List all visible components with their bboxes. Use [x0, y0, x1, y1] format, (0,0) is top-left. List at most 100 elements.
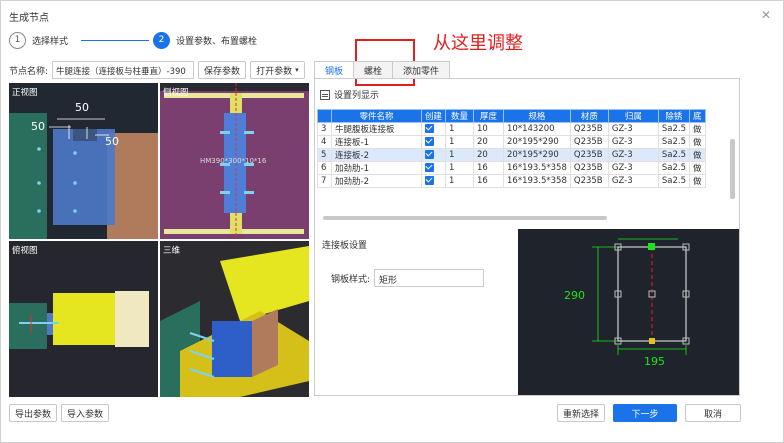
front-view[interactable]: 正视图 50 50 50 [9, 83, 158, 239]
3d-view-drawing [160, 246, 309, 397]
tab-add-part[interactable]: 添加零件 [392, 61, 451, 79]
row-base[interactable]: 做 [689, 122, 706, 136]
row-material[interactable]: Q235B [569, 122, 609, 136]
row-group[interactable]: GZ-3 [607, 122, 659, 136]
plate-config: 连接板设置 钢板样式: 矩形 [315, 229, 515, 395]
next-step-button[interactable]: 下一步 [613, 404, 677, 422]
node-name-input[interactable]: 牛腿连接（连接板与柱垂直）-390 [52, 61, 195, 79]
row-spec[interactable]: 16*193.5*358 [503, 174, 571, 188]
header-spec[interactable]: 规格 [503, 109, 571, 123]
row-base[interactable]: 做 [689, 148, 706, 162]
row-base[interactable]: 做 [689, 135, 706, 149]
3d-view[interactable]: 三维 [160, 241, 309, 397]
header-thickness[interactable]: 厚度 [473, 109, 504, 123]
row-thickness[interactable]: 20 [473, 135, 504, 149]
row-material[interactable]: Q235B [569, 161, 609, 175]
export-params-button[interactable]: 导出参数 [9, 404, 58, 422]
row-thickness[interactable]: 10 [473, 122, 504, 136]
row-group[interactable]: GZ-3 [607, 135, 659, 149]
plate-style-row: 钢板样式: 矩形 [331, 269, 485, 287]
row-spec[interactable]: 20*195*290 [503, 148, 571, 162]
front-dim-top: 50 [75, 101, 89, 114]
table-row[interactable]: 4 连接板-1 1 20 20*195*290 Q235B GZ-3 Sa2.5… [317, 135, 706, 149]
table-header-row: 零件名称 创建 数量 厚度 规格 材质 归属 除锈 底 [317, 109, 706, 123]
row-create[interactable] [421, 161, 446, 175]
plate-preview-drawing [592, 238, 690, 355]
row-name[interactable]: 牛腿腹板连接板 [331, 122, 422, 136]
header-name[interactable]: 零件名称 [331, 109, 422, 123]
open-params-button[interactable]: 打开参数 ▾ [250, 61, 305, 79]
row-group[interactable]: GZ-3 [607, 174, 659, 188]
table-row-selected[interactable]: 5 连接板-2 1 20 20*195*290 Q235B GZ-3 Sa2.5… [317, 148, 706, 162]
table-row[interactable]: 6 加劲肋-1 1 16 16*193.5*358 Q235B GZ-3 Sa2… [317, 161, 706, 175]
row-qty[interactable]: 1 [445, 122, 474, 136]
row-base[interactable]: 做 [689, 161, 706, 175]
row-spec[interactable]: 10*143200 [503, 122, 571, 136]
row-index: 3 [317, 122, 332, 136]
checkbox-icon[interactable] [425, 163, 434, 172]
plate-style-label: 钢板样式: [331, 274, 371, 285]
header-rust[interactable]: 除锈 [657, 109, 691, 123]
row-rust[interactable]: Sa2.5 [657, 135, 691, 149]
save-params-button[interactable]: 保存参数 [198, 61, 247, 79]
header-material[interactable]: 材质 [569, 109, 609, 123]
row-group[interactable]: GZ-3 [607, 161, 659, 175]
row-create[interactable] [421, 148, 446, 162]
row-thickness[interactable]: 16 [473, 161, 504, 175]
row-spec[interactable]: 20*195*290 [503, 135, 571, 149]
row-name[interactable]: 连接板-2 [331, 148, 422, 162]
step-2-label: 设置参数、布置螺栓 [176, 36, 258, 47]
row-create[interactable] [421, 174, 446, 188]
checkbox-icon[interactable] [425, 150, 434, 159]
header-create[interactable]: 创建 [421, 109, 446, 123]
row-thickness[interactable]: 16 [473, 174, 504, 188]
header-base[interactable]: 底 [689, 109, 706, 123]
checkbox-icon[interactable] [425, 176, 434, 185]
tab-plate[interactable]: 钢板 [314, 61, 355, 79]
plate-panel: 设置列显示 零件名称 创建 数量 厚度 规格 材质 归属 除锈 底 3 牛腿腹板… [314, 78, 740, 396]
row-name[interactable]: 加劲肋-2 [331, 174, 422, 188]
row-material[interactable]: Q235B [569, 148, 609, 162]
import-params-button[interactable]: 导入参数 [61, 404, 110, 422]
reselect-button[interactable]: 重新选择 [557, 404, 606, 422]
step-connector [81, 40, 149, 41]
table-vertical-scrollbar[interactable] [730, 139, 735, 199]
row-rust[interactable]: Sa2.5 [657, 174, 691, 188]
table-row[interactable]: 3 牛腿腹板连接板 1 10 10*143200 Q235B GZ-3 Sa2.… [317, 122, 706, 136]
row-rust[interactable]: Sa2.5 [657, 122, 691, 136]
header-qty[interactable]: 数量 [445, 109, 474, 123]
row-rust[interactable]: Sa2.5 [657, 148, 691, 162]
row-create[interactable] [421, 122, 446, 136]
side-view-label: 侧视图 [163, 88, 189, 98]
row-spec[interactable]: 16*193.5*358 [503, 161, 571, 175]
header-group[interactable]: 归属 [607, 109, 659, 123]
checkbox-icon[interactable] [425, 137, 434, 146]
row-base[interactable]: 做 [689, 174, 706, 188]
close-icon[interactable]: ✕ [761, 8, 771, 22]
row-name[interactable]: 加劲肋-1 [331, 161, 422, 175]
view-panels: 正视图 50 50 50 侧视图 HM390*300*10*16 俯视图 三维 [9, 83, 309, 397]
plate-style-select[interactable]: 矩形 [374, 269, 485, 287]
row-thickness[interactable]: 20 [473, 148, 504, 162]
top-view[interactable]: 俯视图 [9, 241, 158, 397]
row-qty[interactable]: 1 [445, 148, 474, 162]
table-horizontal-scrollbar[interactable] [323, 216, 607, 220]
row-material[interactable]: Q235B [569, 174, 609, 188]
row-qty[interactable]: 1 [445, 161, 474, 175]
row-qty[interactable]: 1 [445, 135, 474, 149]
front-view-label: 正视图 [12, 88, 38, 98]
row-rust[interactable]: Sa2.5 [657, 161, 691, 175]
side-view[interactable]: 侧视图 HM390*300*10*16 [160, 83, 309, 239]
tab-bolt[interactable]: 螺栓 [353, 61, 394, 79]
cancel-button[interactable]: 取消 [685, 404, 741, 422]
column-setting[interactable]: 设置列显示 [320, 88, 379, 101]
row-group[interactable]: GZ-3 [607, 148, 659, 162]
row-material[interactable]: Q235B [569, 135, 609, 149]
row-name[interactable]: 连接板-1 [331, 135, 422, 149]
row-qty[interactable]: 1 [445, 174, 474, 188]
checkbox-icon[interactable] [425, 124, 434, 133]
preview-width-dim: 195 [644, 355, 665, 368]
generate-node-dialog: 生成节点 ✕ 1 选择样式 2 设置参数、布置螺栓 从这里调整 节点名称: 牛腿… [0, 0, 784, 443]
table-row[interactable]: 7 加劲肋-2 1 16 16*193.5*358 Q235B GZ-3 Sa2… [317, 174, 706, 188]
row-create[interactable] [421, 135, 446, 149]
